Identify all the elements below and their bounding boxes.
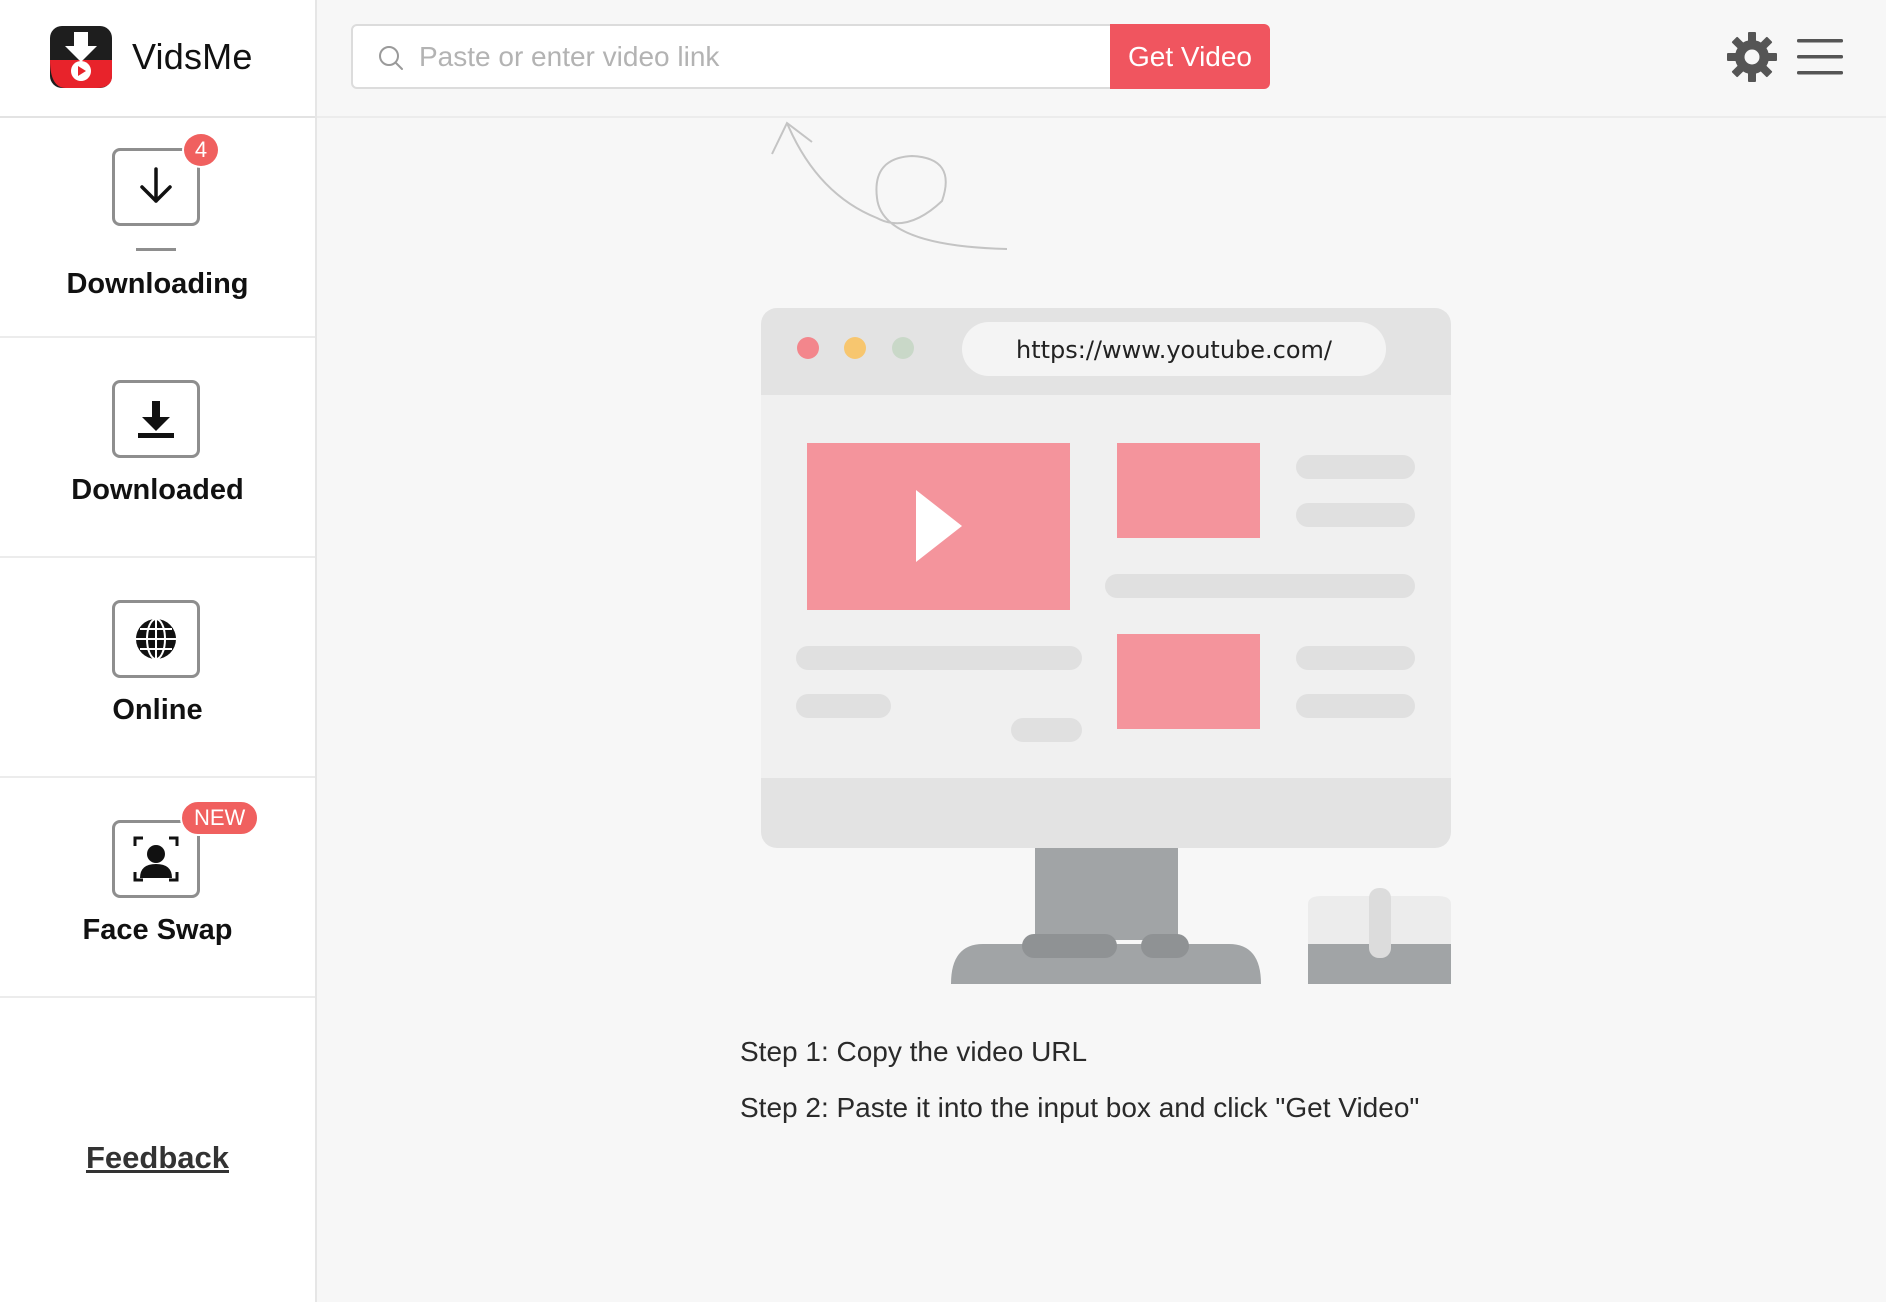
thumbnail-block xyxy=(1117,634,1260,729)
monitor-neck xyxy=(1035,848,1178,940)
sidebar-item-label: Downloaded xyxy=(71,474,244,506)
download-tray-icon xyxy=(112,380,200,458)
search-box xyxy=(351,24,1112,89)
hamburger-menu-icon[interactable] xyxy=(1797,36,1843,78)
get-video-button[interactable]: Get Video xyxy=(1110,24,1270,89)
sidebar-item-downloading[interactable]: 4 Downloading xyxy=(0,118,315,338)
sidebar-item-online[interactable]: Online xyxy=(0,558,315,778)
sidebar-item-label: Online xyxy=(112,694,203,726)
top-bar: Get Video xyxy=(317,0,1886,118)
sidebar-item-label: Face Swap xyxy=(82,914,233,946)
gear-icon[interactable] xyxy=(1726,31,1778,83)
sidebar-item-label: Downloading xyxy=(66,268,249,300)
app-name: VidsMe xyxy=(132,36,253,77)
step-1: Step 1: Copy the video URL xyxy=(740,1036,1088,1067)
app-logo-icon xyxy=(50,26,112,88)
search-icon xyxy=(379,46,403,70)
instruction-illustration: https://www.youtube.com/ xyxy=(761,121,1451,984)
thumbnail-block xyxy=(1117,443,1260,538)
sidebar-item-face-swap[interactable]: NEW Face Swap xyxy=(0,778,315,998)
downloading-count-badge: 4 xyxy=(182,132,220,168)
window-dot-yellow xyxy=(844,337,866,359)
sidebar-item-downloaded[interactable]: Downloaded xyxy=(0,338,315,558)
brand: VidsMe xyxy=(0,0,315,118)
address-bar-url: https://www.youtube.com/ xyxy=(1016,336,1333,364)
sidebar: VidsMe 4 Downloading Downloaded Online N… xyxy=(0,0,317,1302)
instructions: Step 1: Copy the video URL Step 2: Paste… xyxy=(740,1024,1419,1136)
window-dot-red xyxy=(797,337,819,359)
feedback-link[interactable]: Feedback xyxy=(0,1140,315,1176)
video-link-input[interactable] xyxy=(419,26,1099,87)
window-dot-green xyxy=(892,337,914,359)
globe-icon xyxy=(112,600,200,678)
curvy-arrow xyxy=(786,122,1008,250)
icon-underline xyxy=(136,248,176,251)
arrow-head-icon xyxy=(771,121,813,155)
new-badge: NEW xyxy=(180,800,260,836)
step-2: Step 2: Paste it into the input box and … xyxy=(740,1092,1420,1123)
